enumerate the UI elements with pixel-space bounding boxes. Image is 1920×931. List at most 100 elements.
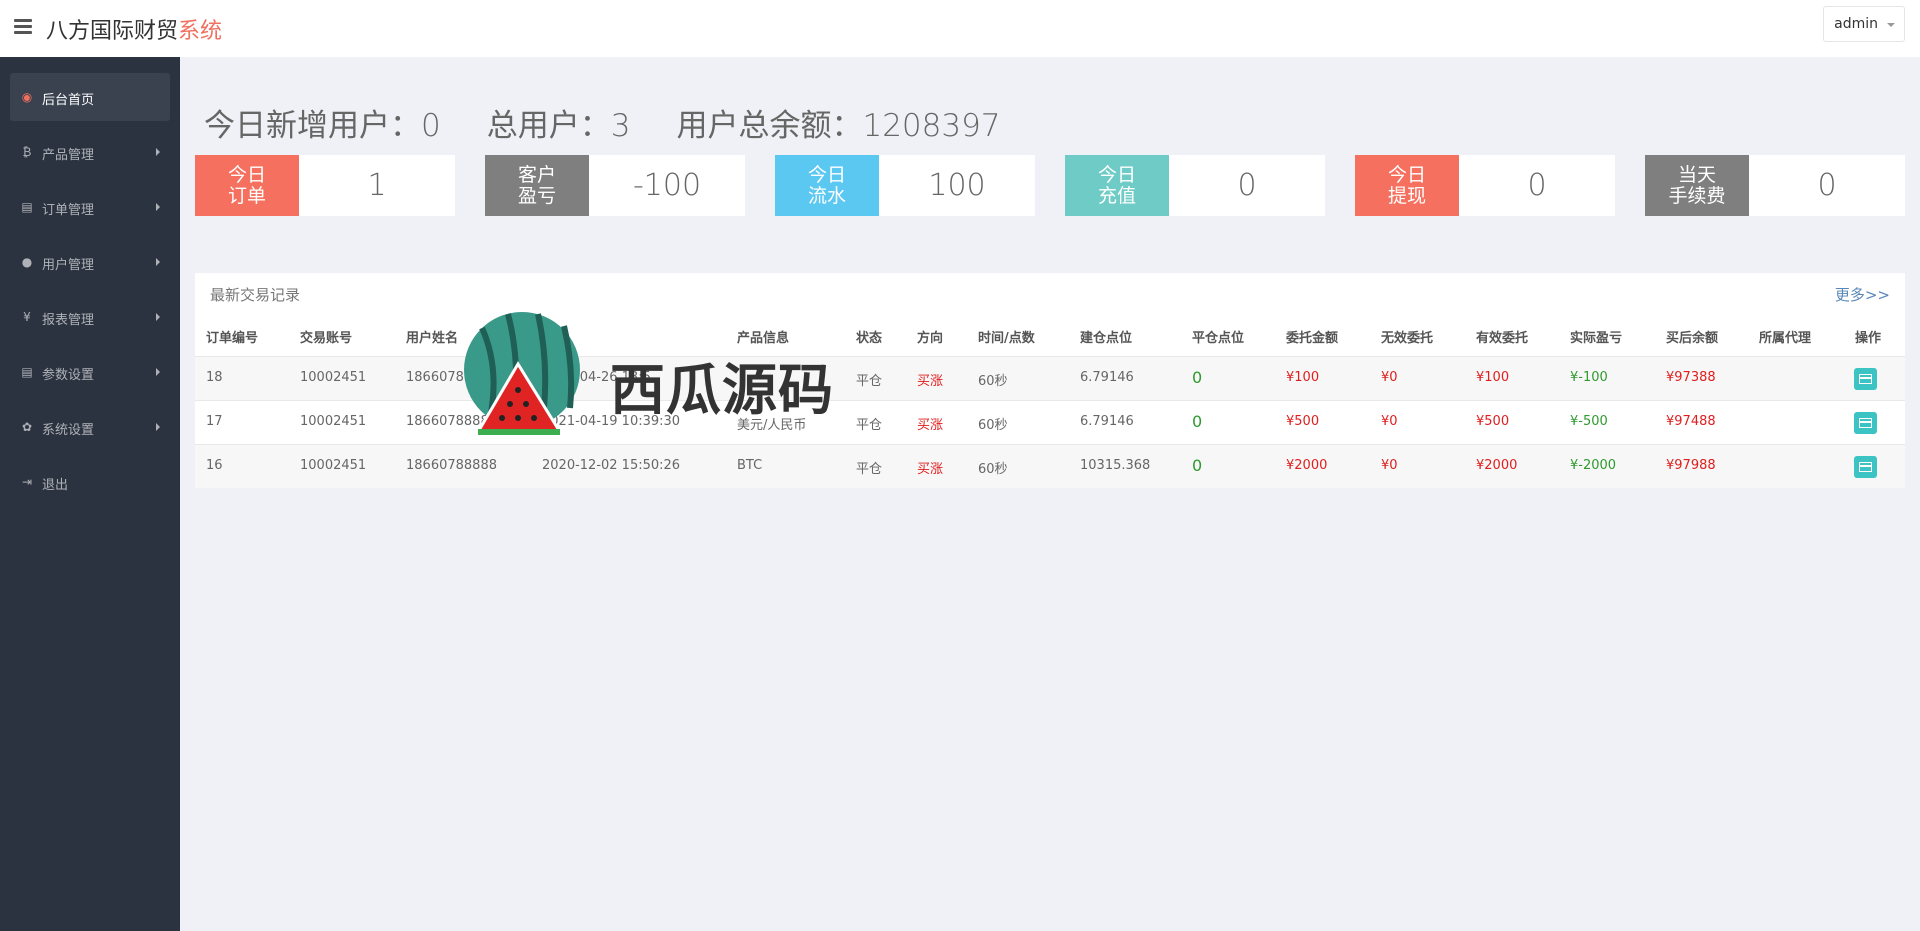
stat-value: 0 [1237,168,1257,203]
cell-pnl: ¥-500 [1570,414,1608,429]
new-users-today: 今日新增用户：0 [204,108,441,144]
cell-period: 60秒 [978,374,1008,389]
sidebar-item-6[interactable]: ✿ 系统设置 [10,403,170,451]
brand-title: 八方国际财贸系统 [46,13,222,45]
cell-id: 17 [206,414,223,429]
column-header: 操作 [1855,331,1882,346]
stat-value: 100 [928,168,986,203]
view-detail-button[interactable] [1854,368,1877,390]
copy-icon: ▤ [21,200,33,214]
cell-valid: ¥500 [1476,414,1510,429]
stat-card-2: 今日 流水 100 [775,155,1035,216]
sidebar-item-label: 参数设置 [42,368,95,383]
cell-product: BTC [737,458,763,473]
cell-account: 10002451 [300,370,367,385]
user-menu-button[interactable]: admin [1823,6,1905,42]
chevron-right-icon [156,313,160,321]
cell-balance: ¥97988 [1666,458,1716,473]
stat-card-0: 今日 订单 1 [195,155,455,216]
chevron-right-icon [156,368,160,376]
column-header: 所属代理 [1759,331,1812,346]
watermark: 西瓜源码 [460,308,840,438]
view-detail-button[interactable] [1854,456,1877,478]
sidebar-item-label: 报表管理 [42,313,95,328]
stat-label: 今日 订单 [195,155,299,216]
cell-open: 10315.368 [1080,458,1151,473]
cell-invalid: ¥0 [1381,370,1398,385]
stat-label: 今日 充值 [1065,155,1169,216]
stat-label-line: 今日 [1387,163,1426,186]
brand-accent: 系统 [178,19,223,44]
view-detail-button[interactable] [1854,412,1877,434]
stat-label: 客户 盈亏 [485,155,589,216]
cell-invalid: ¥0 [1381,458,1398,473]
chevron-right-icon [156,423,160,431]
column-header: 有效委托 [1476,331,1529,346]
cell-status: 平仓 [856,462,883,477]
column-header: 无效委托 [1381,331,1434,346]
column-header: 委托金额 [1286,331,1339,346]
user-icon: ● [21,255,33,269]
list-icon [1859,418,1872,428]
column-header: 平仓点位 [1192,331,1245,346]
panel-title: 最新交易记录 [210,286,301,304]
cell-close: 0 [1192,368,1203,387]
sidebar-item-3[interactable]: ● 用户管理 [10,238,170,286]
column-header: 时间/点数 [978,331,1035,346]
sidebar-item-label: 订单管理 [42,203,95,218]
caret-down-icon [1887,23,1895,27]
stat-label-line: 手续费 [1668,184,1726,207]
stat-value: 1 [367,168,387,203]
stat-value: 0 [1527,168,1547,203]
sidebar-item-5[interactable]: ▤ 参数设置 [10,348,170,396]
column-header: 订单编号 [206,331,259,346]
sign-out-icon: ⇥ [21,475,33,489]
cell-amount: ¥500 [1286,414,1320,429]
column-header: 建仓点位 [1080,331,1133,346]
table-row: 16 10002451 18660788888 2020-12-02 15:50:26… [195,444,1905,488]
dashboard-icon: ◉ [21,90,33,104]
cell-close: 0 [1192,456,1203,475]
stat-label-line: 订单 [227,184,266,207]
cell-direction: 买涨 [917,462,944,477]
column-header: 买后余额 [1666,331,1719,346]
chevron-right-icon [156,258,160,266]
cell-period: 60秒 [978,418,1008,433]
cell-valid: ¥2000 [1476,458,1518,473]
latest-trades-panel: 最新交易记录 更多>> 订单编号交易账号用户姓名时间产品信息状态方向时间/点数建… [195,273,1905,488]
table-row: 17 10002451 18660788888 2021-04-19 10:39:30… [195,400,1905,444]
sidebar-item-4[interactable]: ¥ 报表管理 [10,293,170,341]
cell-direction: 买涨 [917,374,944,389]
sidebar-item-0[interactable]: ◉ 后台首页 [10,73,170,121]
stat-card-5: 当天 手续费 0 [1645,155,1905,216]
sidebar-item-label: 后台首页 [42,93,95,108]
menu-toggle-icon[interactable] [14,18,32,34]
cell-status: 平仓 [856,418,883,433]
more-link[interactable]: 更多>> [1835,284,1890,305]
stat-label-line: 客户 [517,163,556,186]
cell-amount: ¥2000 [1286,458,1328,473]
chevron-right-icon [156,148,160,156]
cell-direction: 买涨 [917,418,944,433]
cell-period: 60秒 [978,462,1008,477]
cell-balance: ¥97488 [1666,414,1716,429]
user-summary: 今日新增用户：0 总用户：3 用户总余额：1208397 [204,100,1047,145]
cell-amount: ¥100 [1286,370,1320,385]
stat-label-line: 今日 [807,163,846,186]
list-icon [1859,462,1872,472]
stat-card-3: 今日 充值 0 [1065,155,1325,216]
list-icon [1859,374,1872,384]
stat-label-line: 当天 [1677,163,1716,186]
sidebar-item-7[interactable]: ⇥ 退出 [10,458,170,506]
cell-invalid: ¥0 [1381,414,1398,429]
sidebar-item-2[interactable]: ▤ 订单管理 [10,183,170,231]
cell-account: 10002451 [300,414,367,429]
stat-label-line: 今日 [227,163,266,186]
chevron-right-icon [156,203,160,211]
stat-label: 今日 流水 [775,155,879,216]
gears-icon: ✿ [21,420,33,434]
stat-label-line: 盈亏 [517,184,556,207]
cell-close: 0 [1192,412,1203,431]
column-header: 方向 [917,331,944,346]
sidebar-item-1[interactable]: ₿ 产品管理 [10,128,170,176]
